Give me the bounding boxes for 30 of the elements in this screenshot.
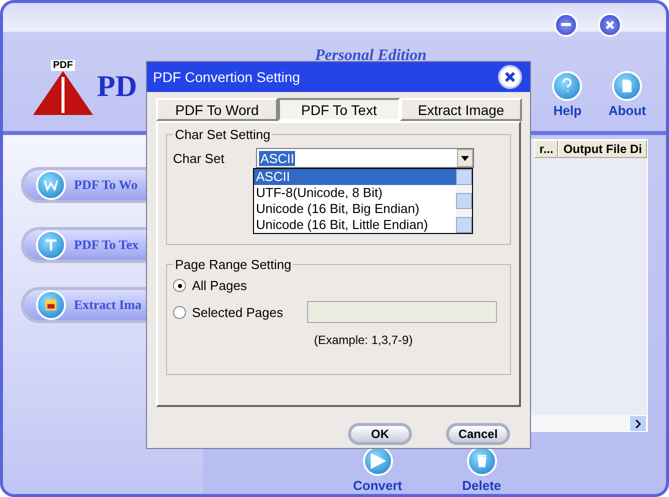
example-hint: (Example: 1,3,7-9) [314, 333, 413, 347]
radio-button[interactable] [173, 279, 186, 292]
column-header[interactable]: r... [534, 140, 558, 158]
dialog-close-button[interactable] [498, 65, 522, 89]
field-label: Char Set [173, 150, 224, 166]
logo-icon [33, 70, 93, 114]
logo-badge: PDF [51, 60, 75, 70]
chevron-right-icon [635, 420, 641, 428]
ok-button[interactable]: OK [348, 423, 412, 445]
scroll-right-button[interactable] [629, 415, 647, 432]
play-icon [368, 452, 387, 470]
dialog-title: PDF Convertion Setting [153, 69, 300, 85]
minus-icon [561, 23, 571, 27]
edition-label: Personal Edition [315, 47, 427, 65]
dropdown-option[interactable]: ASCII [254, 169, 456, 185]
close-icon [504, 71, 516, 83]
tab[interactable]: Extract Image [400, 98, 522, 121]
scrollbar[interactable] [456, 169, 472, 233]
group-title: Char Set Setting [174, 127, 272, 142]
tab[interactable]: PDF To Text [278, 98, 400, 121]
caret-icon [461, 156, 470, 160]
app-logo-text: PD [97, 70, 137, 104]
radio-button[interactable] [173, 306, 186, 318]
char-set-dropdown[interactable]: ASCII [256, 148, 474, 168]
close-icon [605, 20, 615, 30]
column-header[interactable]: Output File Di [558, 140, 647, 158]
close-button[interactable] [598, 13, 622, 37]
cancel-button[interactable]: Cancel [446, 423, 510, 445]
tab[interactable]: PDF To Word [156, 98, 278, 121]
minimize-button[interactable] [554, 13, 578, 37]
